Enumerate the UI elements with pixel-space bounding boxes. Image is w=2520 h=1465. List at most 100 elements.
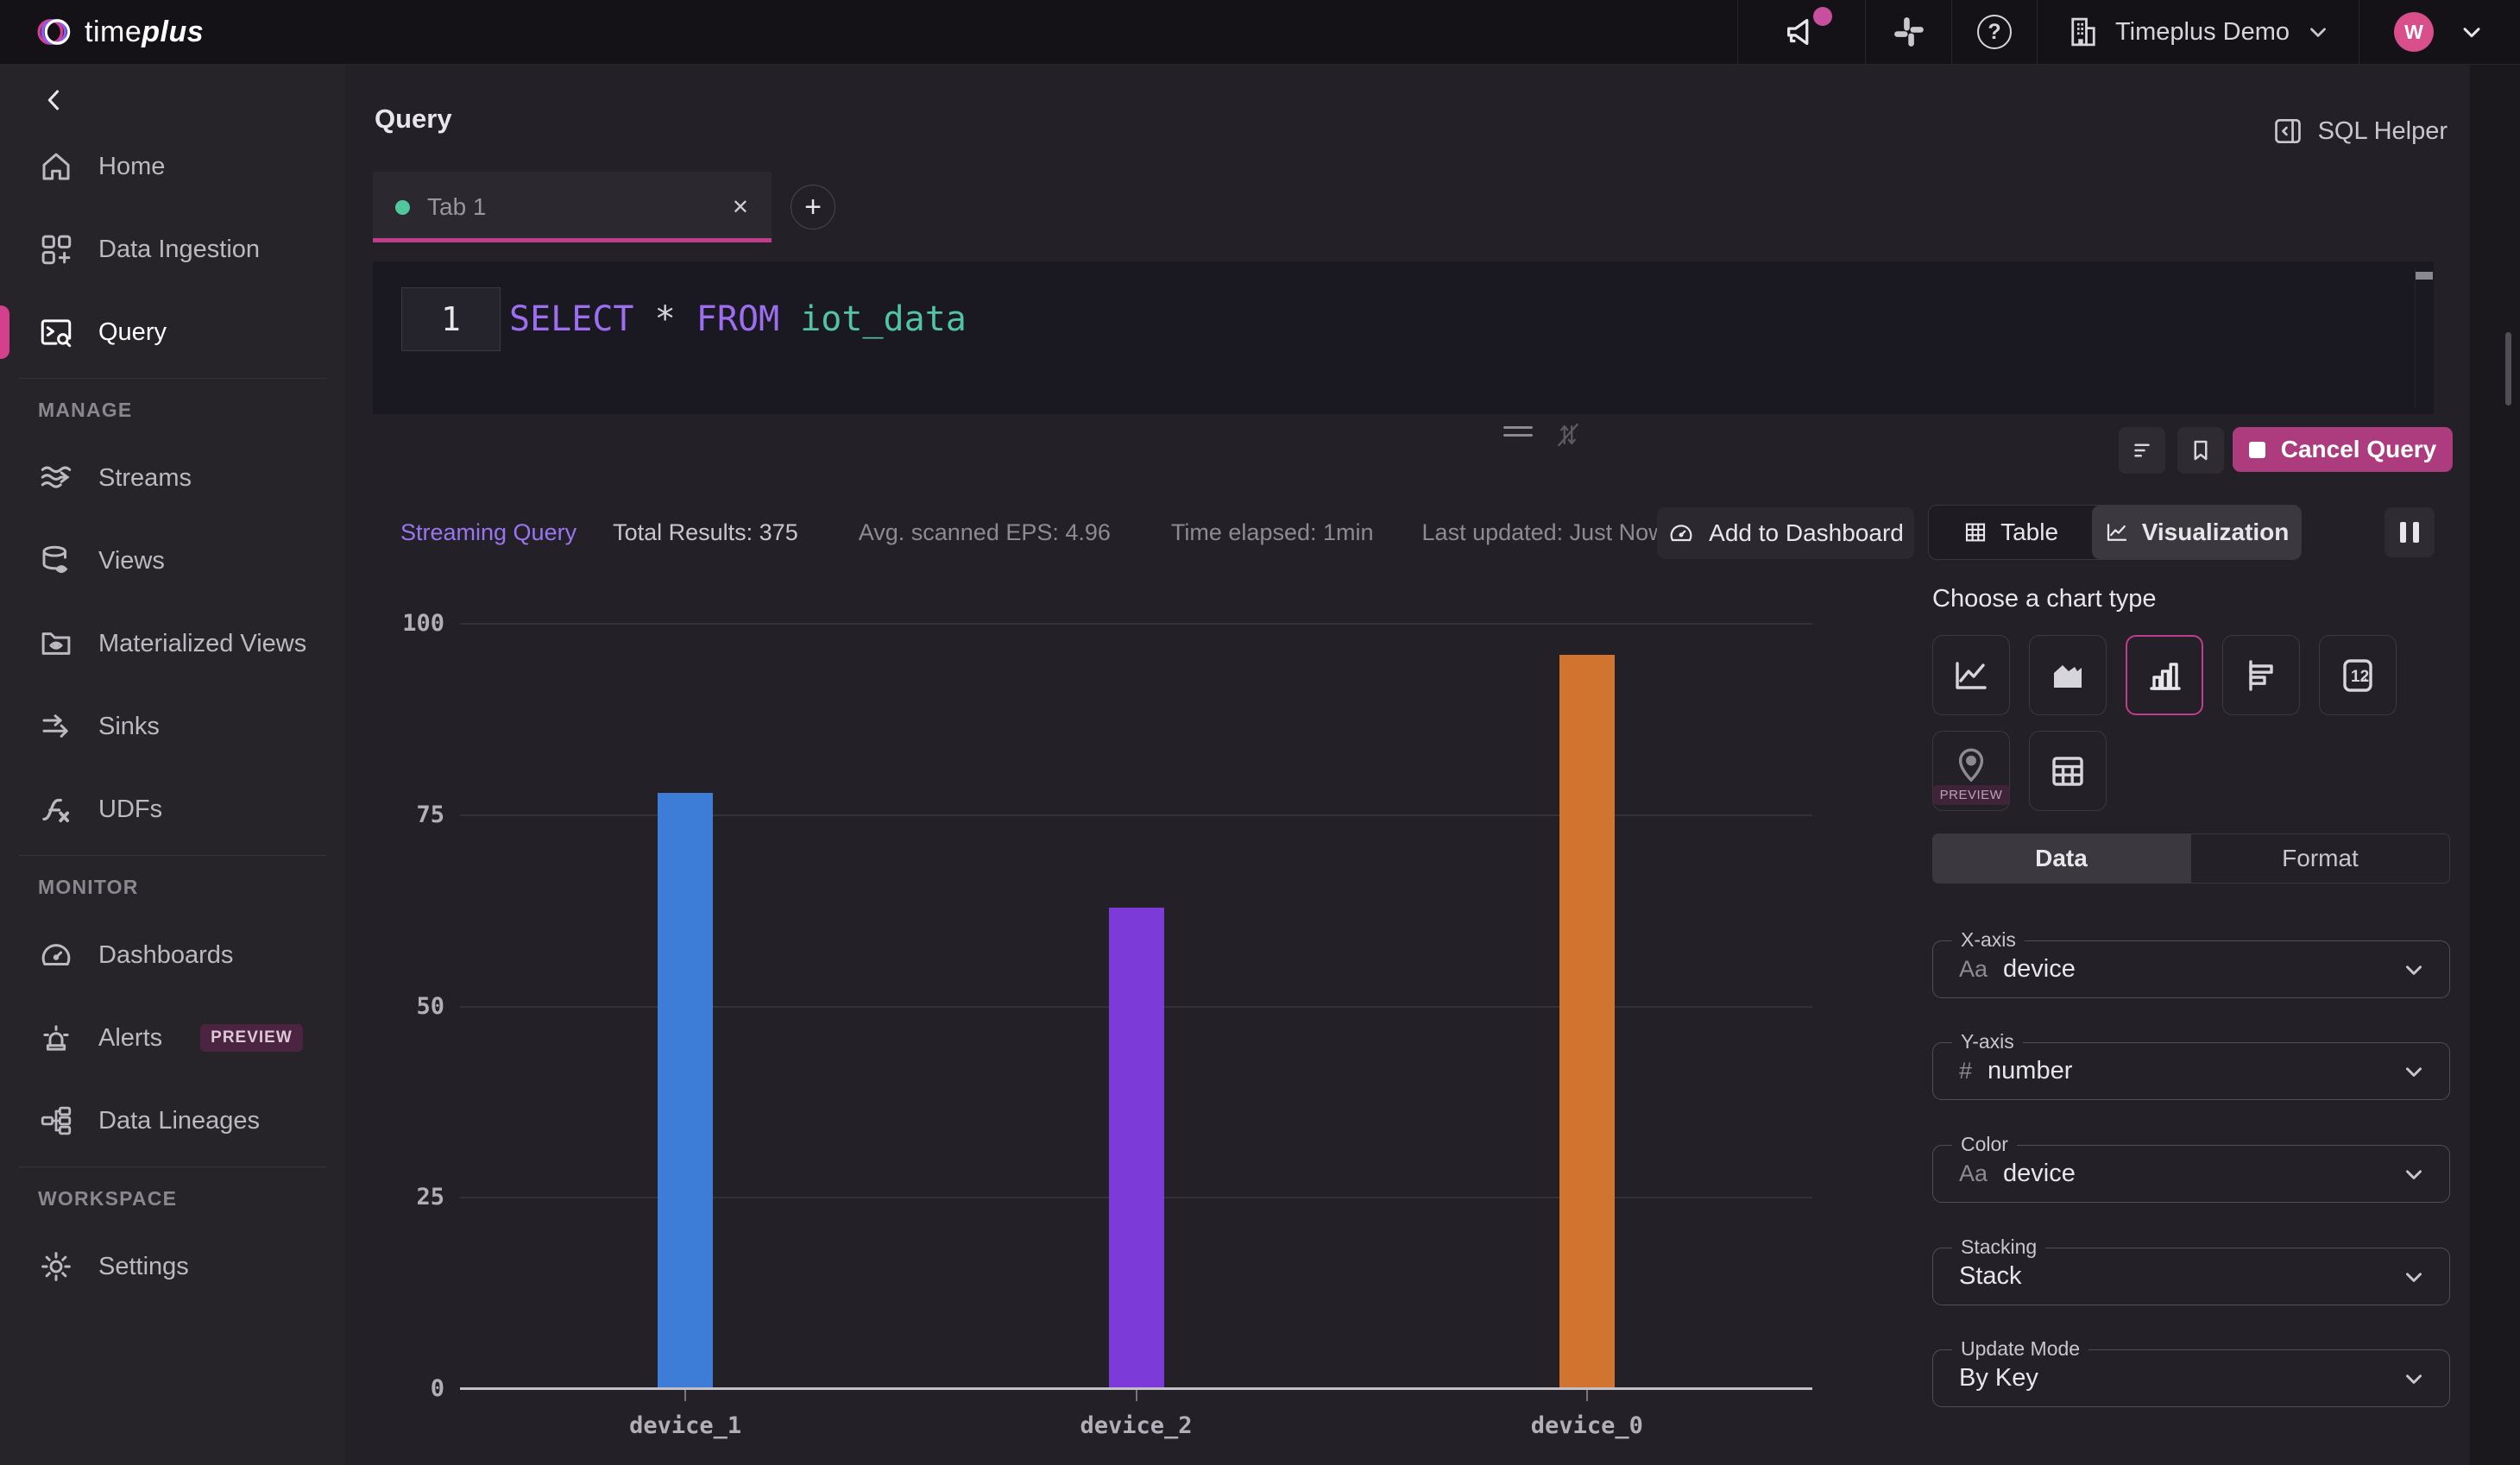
- color-select[interactable]: Color Aa device: [1932, 1133, 2450, 1203]
- color-value: device: [2003, 1160, 2076, 1187]
- sidebar-item-data-lineages[interactable]: Data Lineages: [0, 1079, 345, 1162]
- editor-resize-handle[interactable]: [1503, 426, 1533, 442]
- sidebar-item-label: Views: [98, 546, 165, 575]
- chart-type-single-value-button[interactable]: 12: [2319, 635, 2397, 715]
- chart-type-title: Choose a chart type: [1932, 585, 2157, 613]
- sidebar-item-udfs[interactable]: UDFs: [0, 768, 345, 851]
- sidebar-item-data-ingestion[interactable]: Data Ingestion: [0, 208, 345, 291]
- page-scrollbar-thumb[interactable]: [2505, 332, 2511, 406]
- number-type-icon: #: [1959, 1058, 1973, 1084]
- y-tick-label: 100: [402, 610, 444, 637]
- chart-type-bar-button[interactable]: [2126, 635, 2203, 715]
- sql-helper-button[interactable]: SQL Helper: [2271, 115, 2448, 148]
- sidebar-item-settings[interactable]: Settings: [0, 1225, 345, 1308]
- sidebar-item-views[interactable]: Views: [0, 519, 345, 602]
- dashboards-icon: [41, 944, 71, 965]
- sidebar-item-sinks[interactable]: Sinks: [0, 685, 345, 768]
- slack-icon: [1893, 17, 1924, 47]
- table-view-button[interactable]: Table: [1929, 506, 2092, 559]
- editor-scrollbar-thumb[interactable]: [2416, 272, 2433, 280]
- table-icon: [2052, 756, 2083, 786]
- avg-eps: Avg. scanned EPS: 4.96: [858, 519, 1111, 545]
- dashboard-gauge-icon: [1670, 525, 1692, 542]
- chart-type-area-button[interactable]: [2029, 635, 2107, 715]
- result-view-toggle: Table Visualization: [1928, 505, 2302, 560]
- x-tick: [1585, 1390, 1588, 1401]
- chart-type-line-button[interactable]: [1932, 635, 2010, 715]
- tab-close-button[interactable]: ✕: [732, 195, 749, 220]
- chevron-down-icon: [2406, 965, 2422, 975]
- x-tick: [1135, 1390, 1137, 1401]
- sql-editor[interactable]: 1 SELECT * FROM iot_data: [373, 261, 2434, 414]
- slack-section: [1865, 0, 1951, 65]
- visualization-view-label: Visualization: [2141, 519, 2290, 545]
- plus-icon: +: [804, 190, 822, 223]
- sidebar-item-streams[interactable]: Streams: [0, 437, 345, 519]
- stacking-value: Stack: [1959, 1262, 2022, 1290]
- x-axis-select[interactable]: X-axis Aa device: [1932, 928, 2450, 998]
- y-axis-value: number: [1988, 1057, 2073, 1085]
- horizontal-bar-chart-icon: [2249, 659, 2273, 691]
- app-window: timeplus ? Timeplus Demo W Home Data Ing…: [0, 0, 2520, 1465]
- tab-label: Tab 1: [427, 193, 487, 220]
- sidebar-item-query[interactable]: Query: [0, 291, 345, 374]
- bookmark-icon: [2194, 440, 2208, 461]
- visualization-view-button[interactable]: Visualization: [2092, 506, 2301, 559]
- sidebar-item-label: Query: [98, 318, 167, 346]
- chart-type-table-button[interactable]: [2029, 731, 2107, 811]
- update-mode-value: By Key: [1959, 1364, 2038, 1392]
- query-tab-1[interactable]: Tab 1 ✕: [373, 172, 772, 242]
- new-tab-button[interactable]: +: [791, 185, 835, 229]
- streams-icon: [41, 466, 72, 488]
- help-section: ?: [1951, 0, 2037, 65]
- workspace-switcher[interactable]: Timeplus Demo: [2065, 14, 2331, 50]
- help-button[interactable]: ?: [1977, 15, 2012, 49]
- panel-tab-data[interactable]: Data: [1932, 833, 2190, 883]
- sidebar-item-alerts[interactable]: Alerts PREVIEW: [0, 997, 345, 1079]
- bookmark-query-button[interactable]: [2177, 427, 2224, 474]
- user-avatar[interactable]: W: [2394, 12, 2434, 52]
- editor-scrollbar[interactable]: [2415, 268, 2434, 407]
- sidebar-item-dashboards[interactable]: Dashboards: [0, 914, 345, 997]
- add-to-dashboard-button[interactable]: Add to Dashboard: [1657, 507, 1914, 559]
- y-axis-select[interactable]: Y-axis # number: [1932, 1030, 2450, 1100]
- panel-tab-format[interactable]: Format: [2190, 833, 2450, 883]
- sidebar-section-manage: MANAGE: [38, 398, 133, 421]
- update-mode-select[interactable]: Update Mode By Key: [1932, 1337, 2450, 1407]
- pause-icon: [2400, 522, 2406, 543]
- sidebar-item-home[interactable]: Home: [0, 125, 345, 208]
- workspace-section: Timeplus Demo: [2037, 0, 2359, 65]
- bar-chart: 0 25 50 75 100 device_1 device_2 device_0: [374, 604, 1847, 1458]
- slack-button[interactable]: [1890, 13, 1928, 51]
- autoscroll-toggle[interactable]: [1553, 420, 1583, 450]
- arrows-crossed-icon: [1558, 423, 1578, 447]
- chart-type-horizontal-bar-button[interactable]: [2222, 635, 2300, 715]
- stacking-select[interactable]: Stacking Stack: [1932, 1236, 2450, 1305]
- timeplus-logo[interactable]: timeplus: [35, 13, 204, 51]
- map-preview-badge: PREVIEW: [1932, 785, 2010, 805]
- sql-helper-label: SQL Helper: [2317, 116, 2448, 145]
- sidebar: Home Data Ingestion Query MANAGE Streams: [0, 65, 345, 1465]
- pause-query-button[interactable]: [2385, 507, 2435, 557]
- cancel-query-button[interactable]: Cancel Query: [2233, 427, 2453, 472]
- y-tick-label: 75: [416, 801, 444, 828]
- chart-plot: device_1 device_2 device_0: [460, 623, 1812, 1439]
- sidebar-section-workspace: WORKSPACE: [38, 1186, 178, 1210]
- streaming-query-label: Streaming Query: [400, 519, 577, 545]
- format-sql-button[interactable]: [2119, 427, 2165, 474]
- sidebar-item-materialized-views[interactable]: Materialized Views: [0, 602, 345, 685]
- x-tick: [684, 1390, 687, 1401]
- stacking-label: Stacking: [1952, 1236, 2046, 1259]
- map-pin-icon: [1958, 748, 1984, 782]
- account-chevron-down-icon[interactable]: [2458, 18, 2485, 46]
- svg-text:12: 12: [2351, 668, 2369, 686]
- sidebar-collapse-button[interactable]: [0, 75, 345, 125]
- sidebar-item-label: UDFs: [98, 795, 163, 823]
- announcements-button[interactable]: [1782, 7, 1832, 52]
- chart-type-map-button[interactable]: PREVIEW: [1932, 731, 2010, 811]
- chevron-down-icon: [2406, 1066, 2422, 1077]
- chevron-down-icon: [2406, 1272, 2422, 1282]
- add-to-dashboard-label: Add to Dashboard: [1709, 519, 1904, 546]
- chevron-down-icon: [2406, 1169, 2422, 1179]
- notification-dot: [1812, 7, 1832, 26]
